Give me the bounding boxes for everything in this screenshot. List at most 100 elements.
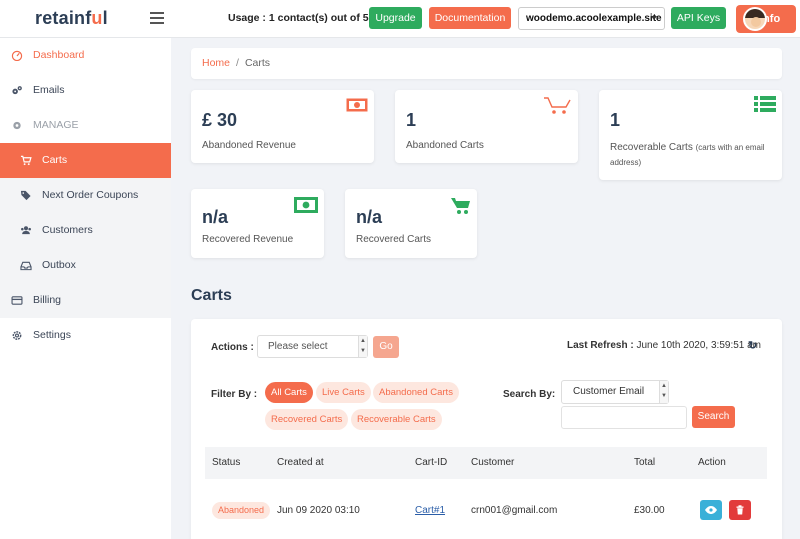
abandoned-carts-label: Abandoned Carts <box>406 140 484 151</box>
gears-icon <box>12 86 22 95</box>
sidebar-item-settings[interactable]: Settings <box>0 318 171 353</box>
credit-card-icon <box>11 296 23 305</box>
actions-select[interactable]: Please select ▲ ▼ <box>257 335 368 358</box>
breadcrumb-separator: / <box>236 57 239 69</box>
filter-live-carts[interactable]: Live Carts <box>316 382 371 403</box>
created-at-cell: Jun 09 2020 03:10 <box>277 505 360 516</box>
gear-icon <box>12 331 22 340</box>
select-arrows-icon: ▲ ▼ <box>659 381 668 403</box>
sidebar-item-label: Next Order Coupons <box>42 189 139 201</box>
abandoned-revenue-value: £ 30 <box>202 110 238 130</box>
eye-icon <box>705 506 717 514</box>
sidebar-item-manage[interactable]: MANAGE <box>0 108 171 143</box>
site-select[interactable]: woodemo.acoolexample.site <box>518 7 665 30</box>
sidebar-item-label: Emails <box>33 84 65 96</box>
top-bar: retainful Usage : 1 contact(s) out of 50… <box>0 0 800 38</box>
sidebar-item-label: Billing <box>33 294 62 306</box>
delete-button[interactable] <box>729 500 751 520</box>
column-header: Created at <box>277 457 324 468</box>
carts-panel: Actions : Please select ▲ ▼ Go Last Refres… <box>191 319 782 539</box>
dashboard-icon <box>11 50 23 61</box>
sidebar-item-label: Outbox <box>42 259 76 271</box>
filter-all-carts[interactable]: All Carts <box>265 382 313 403</box>
cart-icon <box>544 97 571 114</box>
customer-cell: crn001@gmail.com <box>471 505 558 516</box>
sidebar-item-billing[interactable]: Billing <box>0 283 171 318</box>
documentation-button[interactable]: Documentation <box>429 7 511 29</box>
stat-card-abandoned-revenue: £ 30 Abandoned Revenue <box>191 90 374 163</box>
recoverable-carts-label-text: Recoverable Carts <box>610 142 693 153</box>
usage-text: Usage : 1 contact(s) out of 5000 <box>228 12 387 24</box>
total-cell: £30.00 <box>634 505 665 516</box>
actions-label: Actions : <box>211 342 254 353</box>
last-refresh: Last Refresh : June 10th 2020, 3:59:51 a… <box>567 340 761 351</box>
column-header: Cart-ID <box>415 457 448 468</box>
logo-text: retainf <box>35 8 92 28</box>
sidebar-item-customers[interactable]: Customers <box>0 213 171 248</box>
api-keys-button[interactable]: API Keys <box>671 7 726 29</box>
stat-card-recovered-revenue: n/a Recovered Revenue <box>191 189 324 258</box>
logo-text-end: l <box>102 8 108 28</box>
menu-toggle-icon[interactable] <box>150 12 164 24</box>
breadcrumb-home-link[interactable]: Home <box>202 57 230 69</box>
money-icon <box>346 98 368 112</box>
sidebar-item-label: Dashboard <box>33 49 85 61</box>
go-button[interactable]: Go <box>373 336 399 358</box>
users-icon <box>21 226 31 235</box>
search-by-select[interactable]: Customer Email ▲ ▼ <box>561 380 669 404</box>
retainful-logo[interactable]: retainful <box>35 8 108 29</box>
filter-label: Filter By : <box>211 389 258 400</box>
chevron-down-icon <box>651 16 657 20</box>
cart-id-link[interactable]: Cart#1 <box>415 505 445 516</box>
filter-recoverable-carts[interactable]: Recoverable Carts <box>351 409 442 430</box>
last-refresh-value: June 10th 2020, 3:59:51 am <box>636 340 762 351</box>
recoverable-carts-label: Recoverable Carts (carts with an email a… <box>610 140 775 170</box>
sidebar-item-label: Customers <box>42 224 93 236</box>
abandoned-revenue-label: Abandoned Revenue <box>202 140 296 151</box>
actions-select-value: Please select <box>268 341 328 352</box>
sidebar-item-dashboard[interactable]: Dashboard <box>0 38 171 73</box>
sidebar-item-label: Settings <box>33 329 71 341</box>
list-icon <box>754 96 776 112</box>
stat-card-recoverable-carts: 1 Recoverable Carts (carts with an email… <box>599 90 782 180</box>
breadcrumb-current: Carts <box>244 57 271 69</box>
last-refresh-label: Last Refresh : <box>567 340 634 351</box>
column-header: Status <box>212 457 241 468</box>
table-header: Status Created at Cart-ID Customer Total… <box>205 447 767 479</box>
money-icon <box>294 197 318 213</box>
status-badge: Abandoned <box>212 502 271 519</box>
select-arrows-icon: ▲ ▼ <box>358 336 367 357</box>
sidebar-item-label: MANAGE <box>33 119 79 131</box>
sidebar-item-carts[interactable]: Carts <box>0 143 171 178</box>
logo-accent-letter: u <box>91 8 103 28</box>
upgrade-button[interactable]: Upgrade <box>369 7 422 29</box>
filter-abandoned-carts[interactable]: Abandoned Carts <box>373 382 459 403</box>
sidebar-item-emails[interactable]: Emails <box>0 73 171 108</box>
avatar[interactable] <box>743 7 767 31</box>
stat-card-recovered-carts: n/a Recovered Carts <box>345 189 477 258</box>
search-input[interactable] <box>561 406 687 429</box>
sidebar-item-next-order-coupons[interactable]: Next Order Coupons <box>0 178 171 213</box>
view-button[interactable] <box>700 500 722 520</box>
column-header: Action <box>698 457 726 468</box>
abandoned-carts-value: 1 <box>406 110 417 130</box>
site-select-value: woodemo.acoolexample.site <box>526 13 662 24</box>
breadcrumb: Home / Carts <box>191 48 782 79</box>
table-row: Abandoned Jun 09 2020 03:10 Cart#1 crn00… <box>205 495 767 525</box>
column-header: Total <box>634 457 656 468</box>
inbox-icon <box>20 261 32 271</box>
cart-icon <box>451 198 470 214</box>
trash-icon <box>736 505 744 515</box>
tags-icon <box>20 190 31 201</box>
search-by-label: Search By: <box>503 389 556 400</box>
recovered-revenue-label: Recovered Revenue <box>202 234 294 245</box>
search-button[interactable]: Search <box>692 406 735 428</box>
recovered-carts-label: Recovered Carts <box>356 234 432 245</box>
gear-icon <box>13 121 21 130</box>
sidebar-item-label: Carts <box>42 154 68 166</box>
refresh-icon[interactable]: ↻ <box>748 339 757 352</box>
filter-recovered-carts[interactable]: Recovered Carts <box>265 409 349 430</box>
carts-section-title: Carts <box>191 287 232 304</box>
recovered-carts-value: n/a <box>356 207 383 227</box>
sidebar-item-outbox[interactable]: Outbox <box>0 248 171 283</box>
